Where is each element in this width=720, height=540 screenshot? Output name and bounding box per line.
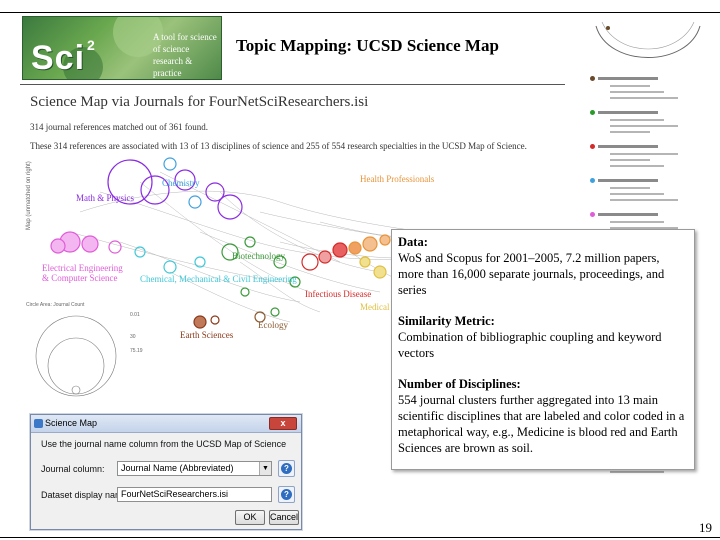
slide-title: Topic Mapping: UCSD Science Map xyxy=(236,36,499,55)
legend-subline xyxy=(610,119,664,121)
disciplines-text: 554 journal clusters further aggregated … xyxy=(398,393,685,455)
legend-dot xyxy=(590,178,595,183)
legend-subline xyxy=(610,471,664,473)
legend-row xyxy=(590,144,700,167)
label-earth-sciences: Earth Sciences xyxy=(180,330,234,340)
label-infectious-disease: Infectious Disease xyxy=(305,289,371,299)
legend-subline xyxy=(610,165,664,167)
legend-subline xyxy=(610,91,664,93)
legend-subline xyxy=(610,153,678,155)
journal-column-select[interactable]: Journal Name (Abbreviated) ▼ xyxy=(117,461,272,476)
label-chemical-engineering: Chemical, Mechanical & Civil Engineering xyxy=(140,274,297,284)
legend-row xyxy=(590,212,700,235)
app-icon xyxy=(34,419,43,428)
header-rule xyxy=(20,84,565,85)
legend-text-line xyxy=(598,111,658,114)
sci2-logo: Sci 2 A tool for science of science rese… xyxy=(22,16,222,80)
science-map-dialog: Science Map x Use the journal name colum… xyxy=(30,414,302,530)
logo-tagline: A tool for science of science research &… xyxy=(153,32,217,78)
ok-button[interactable]: OK xyxy=(235,510,265,525)
legend-text-line xyxy=(598,213,658,216)
dataset-name-help-button[interactable]: ? xyxy=(278,486,295,503)
inset-value: 0.01 xyxy=(130,312,140,318)
legend-dot xyxy=(590,212,595,217)
logo-text: Sci xyxy=(31,39,86,77)
inset-value: 75.19 xyxy=(130,348,143,354)
dataset-name-input[interactable]: FourNetSciResearchers.isi xyxy=(117,487,272,502)
circle-size-inset: Circle Area: Journal Count 0.01 30 75.19 xyxy=(26,302,161,402)
legend-dot xyxy=(590,110,595,115)
legend-subline xyxy=(610,221,664,223)
legend-subline xyxy=(610,159,650,161)
disciplines-heading: Number of Disciplines: xyxy=(398,377,521,391)
bottom-rule xyxy=(0,537,720,538)
similarity-text: Combination of bibliographic coupling an… xyxy=(398,330,662,360)
legend-dot xyxy=(590,76,595,81)
legend-text-line xyxy=(598,145,658,148)
science-map-heading: Science Map via Journals for FourNetSciR… xyxy=(30,94,369,110)
legend-subline xyxy=(610,97,678,99)
dialog-description: Use the journal name column from the UCS… xyxy=(41,439,287,449)
inset-title: Circle Area: Journal Count xyxy=(26,302,85,308)
dialog-titlebar[interactable]: Science Map x xyxy=(31,415,301,433)
journal-column-label: Journal column: xyxy=(41,464,105,474)
legend-text-line xyxy=(598,179,658,182)
legend-subline xyxy=(610,193,664,195)
legend-row xyxy=(590,178,700,201)
legend-subline xyxy=(610,199,678,201)
matched-count-text: 314 journal references matched out of 36… xyxy=(30,122,208,132)
logo-superscript: 2 xyxy=(87,37,95,53)
data-text: WoS and Scopus for 2001–2005, 7.2 millio… xyxy=(398,251,665,297)
legend-row xyxy=(590,76,700,99)
legend-row xyxy=(590,110,700,133)
info-callout: Data: WoS and Scopus for 2001–2005, 7.2 … xyxy=(391,229,695,470)
dialog-title: Science Map xyxy=(45,418,98,428)
legend-subline xyxy=(610,131,650,133)
legend-subline xyxy=(610,125,678,127)
help-icon: ? xyxy=(281,463,292,474)
inset-value: 30 xyxy=(130,334,136,340)
label-ecology: Ecology xyxy=(258,320,288,330)
help-icon: ? xyxy=(281,489,292,500)
label-math-physics: Math & Physics xyxy=(76,193,135,203)
cancel-button[interactable]: Cancel xyxy=(269,510,299,525)
legend-subline xyxy=(610,85,650,87)
journal-column-help-button[interactable]: ? xyxy=(278,460,295,477)
disciplines-summary-text: These 314 references are associated with… xyxy=(30,141,527,151)
journal-column-value: Journal Name (Abbreviated) xyxy=(121,463,234,473)
label-chemistry: Chemistry xyxy=(162,178,200,188)
chevron-down-icon[interactable]: ▼ xyxy=(259,462,271,475)
label-biotechnology: Biotechnology xyxy=(232,251,285,261)
data-heading: Data: xyxy=(398,235,428,249)
legend-subline xyxy=(610,187,650,189)
legend-text-line xyxy=(598,77,658,80)
legend-dot xyxy=(590,144,595,149)
label-health-professionals: Health Professionals xyxy=(360,174,435,184)
close-button[interactable]: x xyxy=(269,417,297,430)
page-number: 19 xyxy=(699,520,712,535)
label-electrical-engineering: Electrical Engineering & Computer Science xyxy=(42,263,123,283)
inset-circles xyxy=(35,315,117,397)
similarity-heading: Similarity Metric: xyxy=(398,314,495,328)
top-rule xyxy=(0,12,720,13)
